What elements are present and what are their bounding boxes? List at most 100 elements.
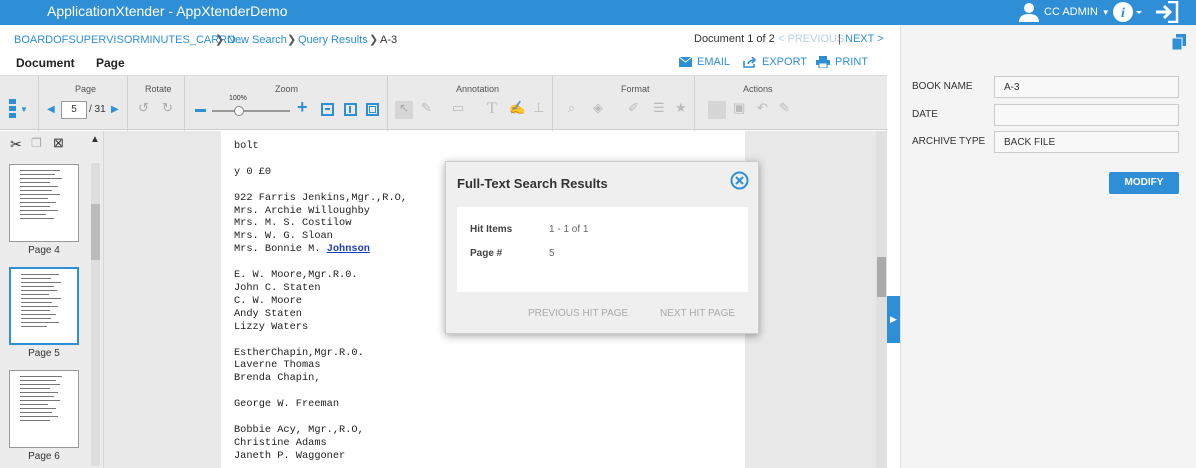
thumbnail-page-6[interactable]: [9, 370, 79, 448]
export-label: EXPORT: [762, 56, 808, 68]
delete-page-icon[interactable]: ⊠: [53, 135, 64, 151]
format-group-label: Format: [621, 84, 650, 94]
text-line: y 0 £0: [234, 165, 272, 178]
select-arrow-icon[interactable]: ↖: [395, 101, 413, 119]
logout-icon: [1156, 0, 1179, 24]
search-hit-highlight[interactable]: Johnson: [327, 243, 370, 255]
thumbnail-label: Page 6: [28, 451, 60, 462]
rectangle-icon[interactable]: ▭: [452, 100, 464, 116]
breadcrumb-item-new-search[interactable]: New Search: [227, 34, 287, 46]
zoom-slider-handle[interactable]: [234, 106, 244, 116]
modify-button[interactable]: MODIFY: [1109, 172, 1179, 194]
email-label: EMAIL: [697, 56, 731, 68]
user-name: CC ADMIN: [1044, 6, 1098, 18]
cut-icon[interactable]: ✂: [10, 136, 22, 153]
print-button[interactable]: PRINT: [816, 56, 868, 68]
thumbnail-scrollbar[interactable]: [91, 163, 100, 466]
collapse-panel-button[interactable]: ▶: [887, 296, 900, 343]
export-icon: [743, 56, 757, 68]
page-number-label: Page #: [470, 248, 503, 259]
actual-size-icon[interactable]: [366, 103, 379, 116]
results-panel: Hit Items 1 - 1 of 1 Page # 5: [457, 207, 748, 292]
email-button[interactable]: EMAIL: [679, 56, 730, 68]
zoom-group: Zoom 100% +: [185, 76, 388, 131]
zoom-in-icon[interactable]: +: [297, 97, 308, 118]
document-scrollbar[interactable]: [876, 131, 887, 468]
text-line: Mrs. W. G. Sloan: [234, 230, 333, 243]
close-icon[interactable]: [730, 171, 749, 190]
layout-toggle-icon[interactable]: ▼: [9, 98, 31, 120]
star-icon[interactable]: ★: [675, 100, 687, 116]
menu-row: Document Page EMAIL EXPORT PRINT: [0, 53, 887, 75]
app-title: ApplicationXtender - AppXtenderDemo: [47, 3, 288, 19]
user-menu[interactable]: CC ADMIN ▼: [1018, 1, 1110, 23]
document-scroll-thumb[interactable]: [877, 257, 886, 297]
thumbnail-page-5[interactable]: [9, 267, 79, 345]
page-menu[interactable]: Page: [96, 56, 125, 70]
export-button[interactable]: EXPORT: [743, 56, 807, 68]
text-line: Janeth P. Waggoner: [234, 449, 346, 462]
fit-width-icon[interactable]: [321, 103, 334, 116]
copy-pages-icon[interactable]: [708, 101, 726, 119]
edit-icon[interactable]: ✐: [628, 100, 639, 116]
actions-group: Actions ▣ ↶ ✎: [695, 76, 819, 131]
scroll-up-icon[interactable]: ▲: [90, 134, 100, 145]
text-line: Mrs. Bonnie M.: [234, 243, 327, 256]
date-field[interactable]: [994, 104, 1179, 126]
breadcrumb-item-query-results[interactable]: Query Results: [298, 34, 368, 46]
zoom-value: 100%: [229, 95, 247, 102]
thumbnail-label: Page 4: [28, 245, 60, 256]
document-text: bolt y 0 £0 922 Farris Jenkins,Mgr.,R.O,…: [234, 140, 407, 463]
thumbnail-page-4[interactable]: [9, 164, 79, 242]
previous-hit-page-button[interactable]: PREVIOUS HIT PAGE: [528, 308, 628, 319]
previous-page-icon[interactable]: ◀: [47, 104, 55, 115]
zoom-slider[interactable]: [212, 106, 290, 116]
title-separator: -: [164, 3, 177, 19]
date-label: DATE: [912, 109, 938, 120]
text-icon[interactable]: T: [487, 100, 497, 118]
print-icon: [816, 56, 830, 68]
text-line: EstherChapin,Mgr.R.0.: [234, 346, 364, 359]
line-style-icon[interactable]: ☰: [653, 100, 665, 116]
next-page-icon[interactable]: ▶: [111, 104, 119, 115]
text-line: Bobbie Acy, Mgr.,R.O,: [234, 423, 364, 436]
copy-icon[interactable]: ❐: [31, 136, 42, 150]
rotate-right-icon[interactable]: ↻: [162, 100, 173, 116]
zoom-group-label: Zoom: [275, 84, 299, 94]
rotate-left-icon[interactable]: ↺: [138, 100, 149, 116]
document-menu[interactable]: Document: [16, 56, 75, 70]
redact-icon[interactable]: ⌕: [568, 100, 575, 116]
highlight-icon[interactable]: ✍: [509, 100, 525, 116]
logout-button[interactable]: [1155, 0, 1179, 26]
page-number-input[interactable]: 5: [61, 101, 87, 119]
undo-icon[interactable]: ↶: [757, 100, 768, 116]
fill-color-icon[interactable]: ◈: [593, 100, 603, 116]
print-label: PRINT: [835, 56, 868, 68]
info-menu[interactable]: i: [1112, 1, 1144, 26]
hit-items-label: Hit Items: [470, 224, 513, 235]
text-line: Lizzy Waters: [234, 320, 309, 333]
text-line: bolt: [234, 140, 259, 152]
thumbnail-scroll-thumb[interactable]: [91, 204, 100, 260]
zoom-out-icon[interactable]: [195, 109, 206, 112]
breadcrumb-item-current: A-3: [380, 34, 398, 46]
archive-type-field[interactable]: BACK FILE: [994, 131, 1179, 153]
previous-document-button[interactable]: < PREVIOUS: [778, 33, 844, 45]
rotate-group: Rotate ↺ ↻: [128, 76, 185, 131]
next-hit-page-button[interactable]: NEXT HIT PAGE: [660, 308, 735, 319]
breadcrumb-item-book[interactable]: BOARDOFSUPERVISORMINUTES_CARRO ...: [14, 34, 248, 46]
fit-page-icon[interactable]: [344, 103, 357, 116]
save-icon[interactable]: ▣: [733, 100, 745, 116]
user-icon: [1019, 3, 1039, 22]
book-name-field[interactable]: A-3: [994, 76, 1179, 98]
pen-icon[interactable]: ✎: [421, 100, 432, 116]
thumbnail-panel: ✂ ❐ ⊠ ▲ Page 4 Page 5 Page 6: [0, 131, 104, 468]
text-line: Mrs. Archie Willoughby: [234, 204, 370, 217]
edit-document-icon[interactable]: ✎: [779, 100, 790, 116]
index-panel: BOOK NAME A-3 DATE ARCHIVE TYPE BACK FIL…: [900, 25, 1196, 468]
stamp-icon[interactable]: ⊥: [533, 100, 544, 116]
copy-document-icon[interactable]: [1172, 34, 1186, 50]
document-position: Document 1 of 2: [694, 33, 775, 45]
next-document-button[interactable]: NEXT >: [845, 33, 884, 45]
text-line: Brenda Chapin,: [234, 372, 321, 385]
